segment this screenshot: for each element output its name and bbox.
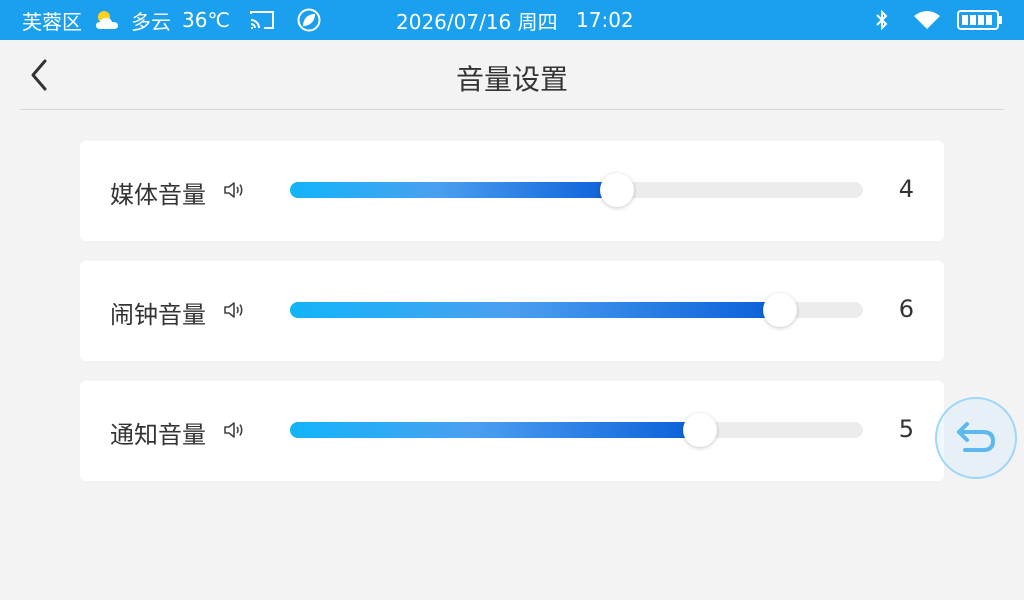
speaker-icon [224,302,243,318]
status-weather: 多云 [131,9,171,34]
alarm-volume-fill [290,302,780,318]
media-volume-slider[interactable] [290,173,863,207]
speaker-icon [224,182,243,198]
cast-icon[interactable] [248,0,276,40]
notification-volume-fill [290,422,700,438]
notification-volume-label: 通知音量 [110,421,206,449]
notification-volume-value: 5 [898,415,914,443]
status-location: 芙蓉区 [22,9,82,34]
header-divider [20,109,1004,110]
media-volume-thumb[interactable] [599,173,634,207]
media-volume-value: 4 [898,175,914,203]
alarm-volume-value: 6 [898,295,914,323]
battery-icon [956,0,1004,40]
alarm-volume-thumb[interactable] [762,293,797,327]
return-arrow-icon [957,422,995,452]
status-date: 2026/07/16 周四 [396,9,558,34]
notification-volume-thumb[interactable] [682,413,717,447]
alarm-volume-slider[interactable] [290,293,863,327]
status-time: 17:02 [576,8,634,32]
wifi-icon [912,0,942,40]
notification-volume-slider[interactable] [290,413,863,447]
status-bar: 芙蓉区 多云 36℃ 2026/07/16 周四 17:02 [0,0,1024,40]
header: 音量设置 [0,40,1024,110]
bluetooth-icon [872,0,892,40]
media-volume-card: 媒体音量 4 [80,141,944,241]
speaker-icon [224,422,243,438]
media-volume-label: 媒体音量 [110,181,206,209]
notification-volume-card: 通知音量 5 [80,381,944,481]
media-volume-fill [290,182,617,198]
alarm-volume-label: 闹钟音量 [110,301,206,329]
status-temperature: 36℃ [182,8,230,32]
floating-return-button[interactable] [935,397,1017,479]
leaf-icon [296,0,322,40]
partly-cloudy-icon [93,0,123,40]
alarm-volume-card: 闹钟音量 6 [80,261,944,361]
page-title: 音量设置 [455,63,568,96]
